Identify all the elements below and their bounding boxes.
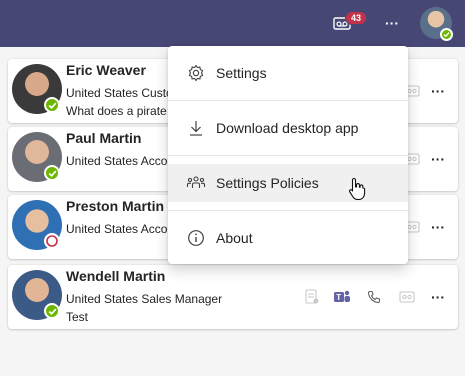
away-status-icon <box>44 233 60 249</box>
contact-name: Eric Weaver <box>66 62 146 78</box>
menu-item-settings[interactable]: Settings <box>168 54 408 92</box>
teams-chat-icon[interactable]: T <box>330 285 354 309</box>
menu-divider <box>168 155 408 156</box>
settings-menu: Settings Download desktop app Settings P… <box>168 46 408 264</box>
top-bar: 43 ··· <box>0 0 465 47</box>
menu-item-label: Settings Policies <box>216 175 319 191</box>
contact-card[interactable]: Wendell Martin United States Sales Manag… <box>8 265 458 329</box>
more-options-button[interactable]: ··· <box>426 285 450 309</box>
more-options-button[interactable]: ··· <box>426 147 450 171</box>
menu-item-settings-policies[interactable]: Settings Policies <box>168 164 408 202</box>
more-options-button[interactable]: ··· <box>380 12 404 34</box>
available-status-icon <box>44 97 60 113</box>
contact-status-message: Test <box>66 310 89 324</box>
available-status-icon <box>440 28 453 41</box>
svg-text:T: T <box>336 293 341 302</box>
available-status-icon <box>44 303 60 319</box>
menu-item-download-desktop-app[interactable]: Download desktop app <box>168 109 408 147</box>
people-group-icon <box>186 173 206 193</box>
notes-icon[interactable] <box>300 285 324 309</box>
notification-badge: 43 <box>345 11 367 25</box>
available-status-icon <box>44 165 60 181</box>
menu-divider <box>168 100 408 101</box>
menu-item-label: Settings <box>216 65 267 81</box>
download-icon <box>186 118 206 138</box>
menu-item-label: Download desktop app <box>216 120 359 136</box>
contact-name: Preston Martin <box>66 198 165 214</box>
menu-item-about[interactable]: About <box>168 219 408 257</box>
info-icon <box>186 228 206 248</box>
gear-icon <box>186 63 206 83</box>
contact-name: Wendell Martin <box>66 268 166 284</box>
contact-name: Paul Martin <box>66 130 142 146</box>
menu-divider <box>168 210 408 211</box>
hand-pointer-cursor-icon <box>348 177 366 206</box>
more-options-button[interactable]: ··· <box>426 79 450 103</box>
voicemail-icon[interactable] <box>395 285 419 309</box>
menu-item-label: About <box>216 230 253 246</box>
more-options-button[interactable]: ··· <box>426 215 450 239</box>
phone-icon[interactable] <box>362 285 386 309</box>
